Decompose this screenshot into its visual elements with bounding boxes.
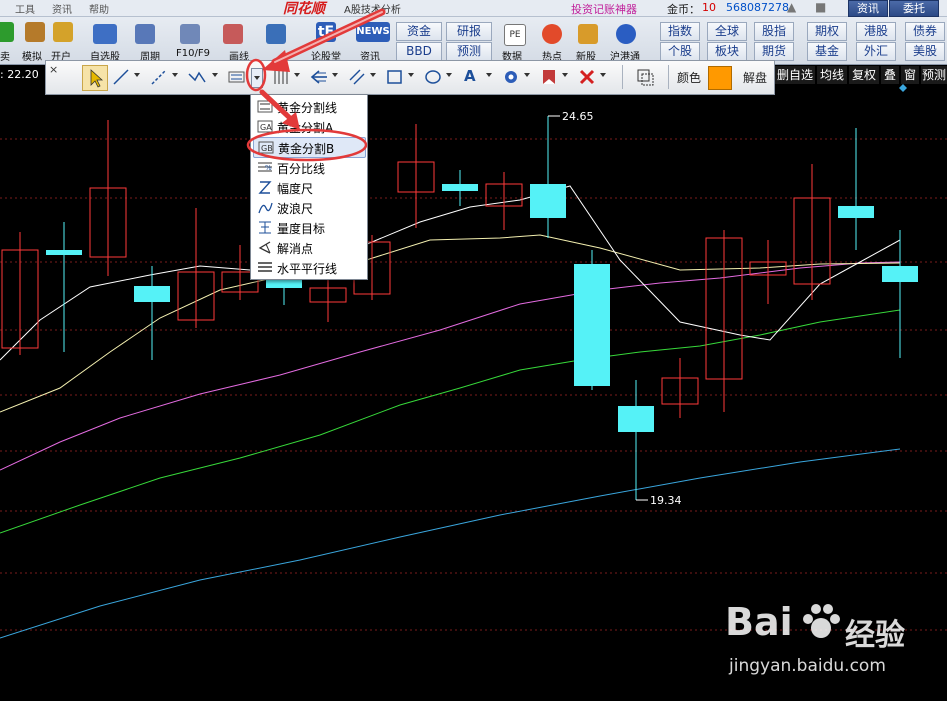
annotation-arrow-top — [262, 8, 386, 72]
watermark-jingyan: 经验 — [845, 618, 905, 653]
watermark-brand: Bai — [725, 600, 793, 644]
paw-icon — [803, 604, 840, 638]
annotation-overlay — [245, 8, 386, 162]
stock-app: 24.65 19.34 : 22.20 删自选 均线 复权 叠 窗 预测 工具 … — [0, 0, 947, 701]
annotation-circle-item — [246, 128, 368, 162]
baidu-watermark: Bai 经验 jingyan.baidu.com — [725, 600, 935, 685]
annotation-circle-button — [245, 58, 267, 92]
watermark-url: jingyan.baidu.com — [729, 656, 886, 676]
annotation-arrow-menu — [259, 89, 300, 130]
